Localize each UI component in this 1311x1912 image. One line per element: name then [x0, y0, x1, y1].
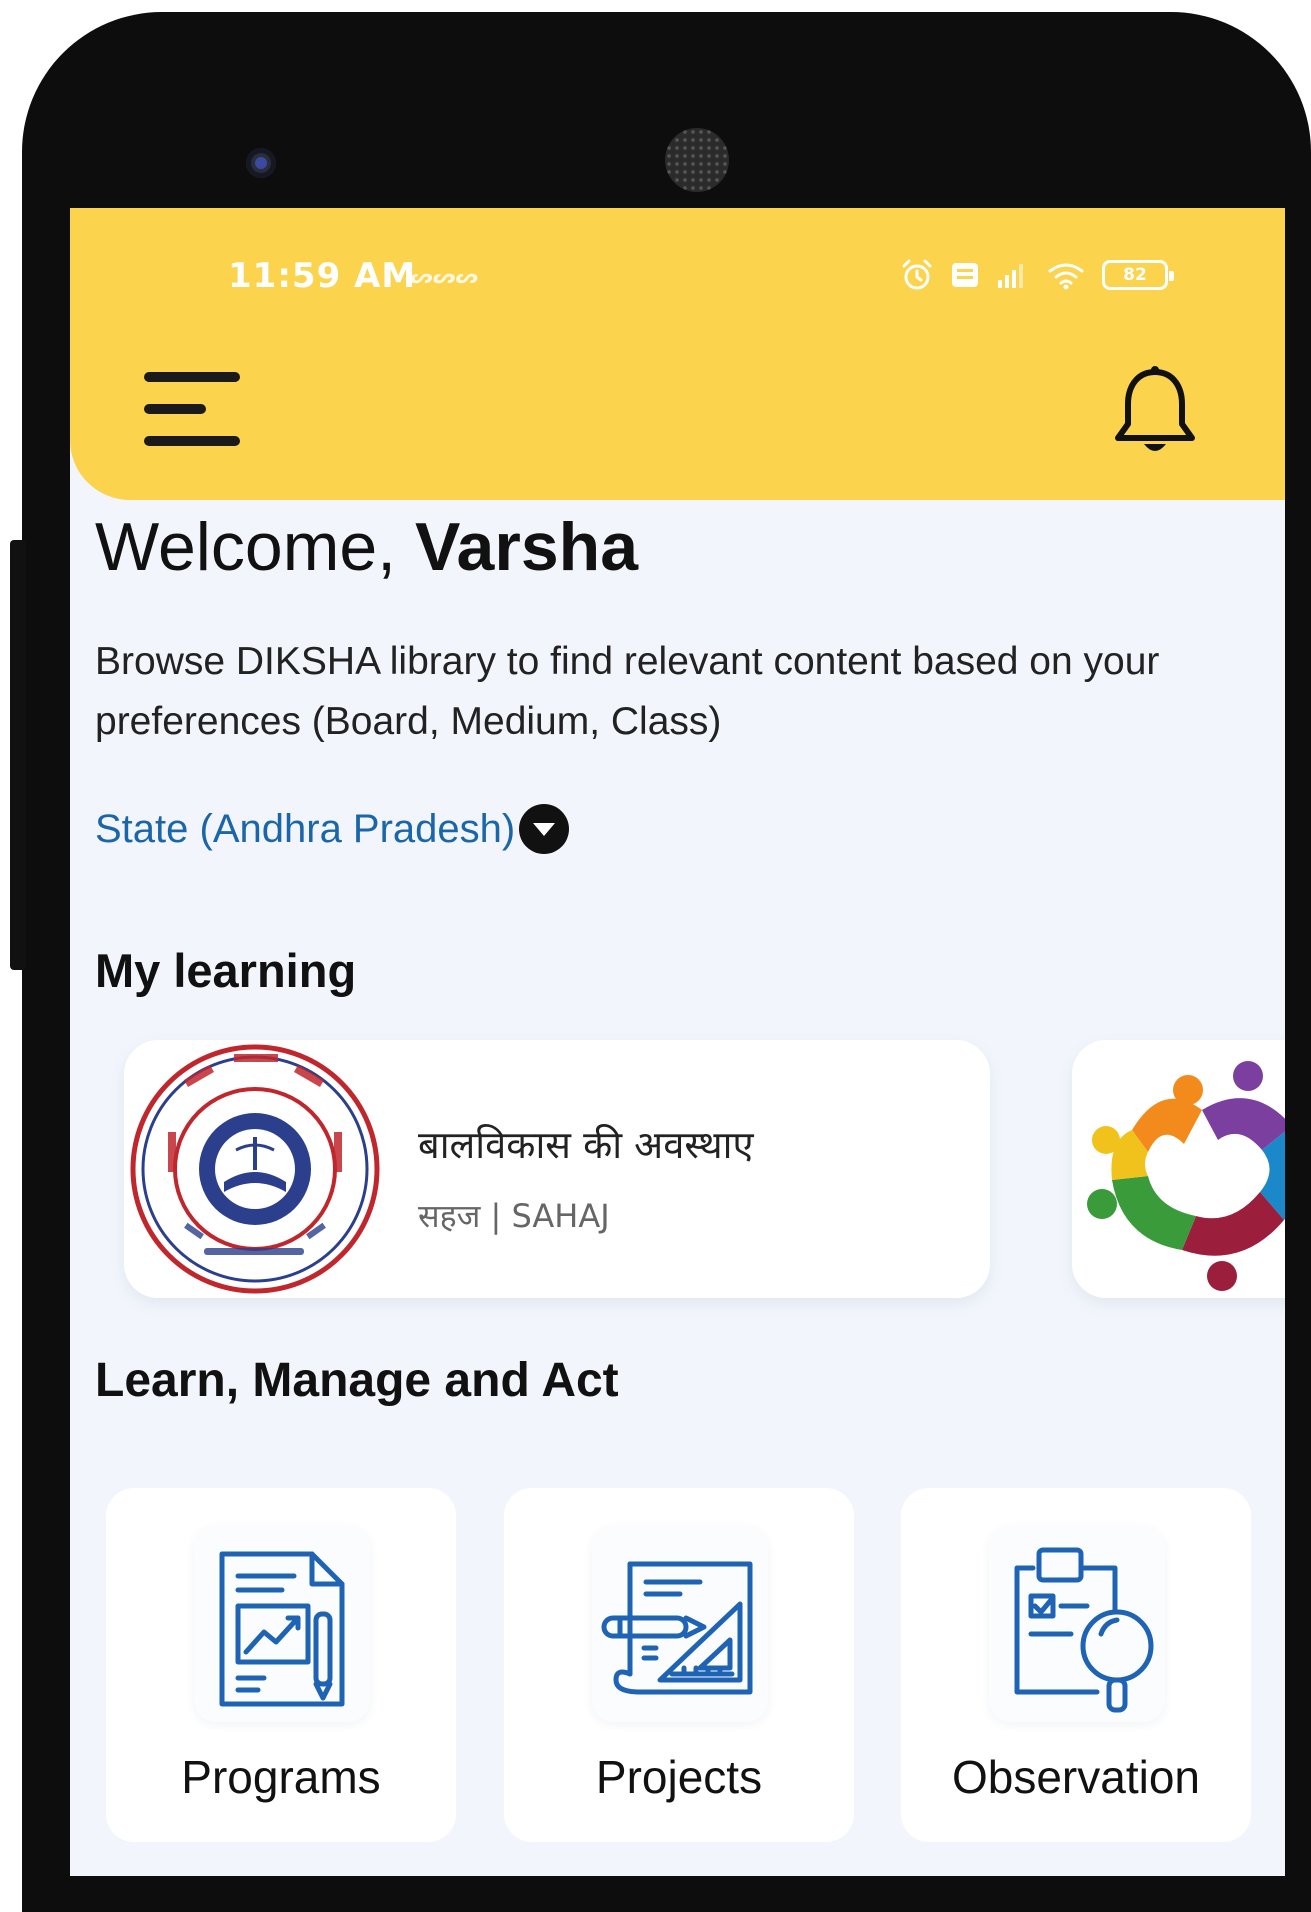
earpiece-speaker: [665, 128, 729, 192]
projects-label: Projects: [595, 1751, 763, 1803]
observation-label: Observation: [951, 1751, 1200, 1803]
status-notification-indicator: ᔕᔕᔕ: [410, 264, 479, 288]
status-time: 11:59 AM: [228, 256, 417, 296]
observation-icon-tile: [989, 1526, 1165, 1722]
battery-level: 82: [1123, 265, 1147, 285]
course-subtitle: सहज | SAHAJ: [418, 1197, 610, 1235]
board-preference-label: State (Andhra Pradesh): [95, 806, 516, 851]
intro-description: Browse DIKSHA library to find relevant c…: [95, 640, 1160, 744]
learn-manage-act-heading: Learn, Manage and Act: [95, 1354, 619, 1407]
course-card[interactable]: बालविकास की अवस्थाए सहज | SAHAJ: [124, 1040, 990, 1298]
wifi-icon: [1048, 263, 1084, 290]
board-preference-dropdown[interactable]: State (Andhra Pradesh): [95, 804, 570, 854]
app-header: 11:59 AM ᔕᔕᔕ 82: [70, 208, 1285, 500]
phone-side-button: [10, 540, 26, 970]
dropdown-caret-icon: [519, 804, 570, 854]
programs-card[interactable]: Programs: [106, 1488, 456, 1842]
welcome-heading: Welcome, Varsha: [95, 508, 638, 586]
course-title: बालविकास की अवस्थाए: [418, 1123, 754, 1167]
community-circle-logo: [1087, 1061, 1285, 1291]
app-screen: 11:59 AM ᔕᔕᔕ 82 Welcome, Varsha Browse D…: [70, 208, 1285, 1876]
observation-card[interactable]: Observation: [901, 1488, 1251, 1842]
hamburger-menu-icon[interactable]: [144, 368, 244, 452]
scert-seal-logo: [130, 1044, 380, 1294]
projects-icon-tile: [592, 1526, 768, 1722]
course-card-partial[interactable]: [1072, 1040, 1285, 1298]
volte-icon: [952, 263, 978, 287]
observation-clipboard-magnifier-icon: [1014, 1547, 1154, 1713]
programs-document-chart-icon: [219, 1551, 345, 1707]
alarm-icon: [902, 259, 932, 290]
bell-icon[interactable]: [1110, 364, 1200, 464]
welcome-user-name: Varsha: [414, 509, 639, 585]
my-learning-heading: My learning: [95, 944, 357, 997]
welcome-greeting: Welcome,: [95, 509, 415, 585]
cellular-signal-icon: [998, 264, 1023, 288]
projects-blueprint-icon: [601, 1561, 753, 1695]
projects-card[interactable]: Projects: [504, 1488, 854, 1842]
battery-icon: 82: [1102, 260, 1174, 290]
programs-label: Programs: [181, 1751, 381, 1803]
status-icons: 82: [900, 258, 1174, 292]
programs-icon-tile: [194, 1526, 370, 1722]
front-camera: [246, 148, 276, 178]
